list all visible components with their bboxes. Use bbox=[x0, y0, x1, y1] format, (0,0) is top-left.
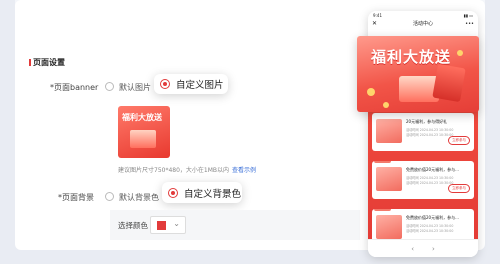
activity-list: 20元福利，参与得好礼 活动时间 2024.04.23 10:30:00 活动时… bbox=[372, 113, 474, 255]
thumbnail-title: 福利大放送 bbox=[122, 113, 162, 122]
status-badge: 已完成 bbox=[374, 209, 391, 211]
card-title: 20元福利，参与得好礼 bbox=[406, 119, 448, 124]
status-bar: 9:41 ▮▮ ▭ bbox=[368, 11, 478, 19]
card-meta: 活动时间 2024.04.23 10:30:00 bbox=[406, 181, 454, 185]
bg-field-label: *页面背景 bbox=[58, 192, 94, 203]
card-meta: 活动时间 2024.04.23 10:30:00 bbox=[406, 133, 454, 137]
coin-icon bbox=[457, 50, 463, 56]
radio-custom-bg-label: 自定义背景色 bbox=[184, 188, 242, 200]
card-title: 免费放价值20元福利，参与... bbox=[406, 167, 459, 172]
radio-default-image[interactable] bbox=[105, 82, 114, 91]
card-image bbox=[376, 167, 402, 191]
coin-icon bbox=[383, 102, 389, 108]
join-button[interactable]: 立即参与 bbox=[448, 184, 470, 193]
radio-default-image-label[interactable]: 默认图片 bbox=[119, 82, 151, 93]
promo-banner: 福利大放送 bbox=[357, 36, 479, 112]
coin-icon bbox=[367, 88, 375, 96]
radio-default-bg[interactable] bbox=[105, 192, 114, 201]
bottom-nav: ‹ › bbox=[368, 239, 478, 257]
status-badge: 已完成 bbox=[374, 161, 391, 163]
radio-custom-image[interactable]: 自定义图片 bbox=[154, 74, 228, 94]
card-meta: 活动时间 2024.04.23 10:30:00 bbox=[406, 229, 454, 233]
list-item[interactable]: 20元福利，参与得好礼 活动时间 2024.04.23 10:30:00 活动时… bbox=[372, 113, 474, 151]
join-button[interactable]: 立即参与 bbox=[448, 136, 470, 145]
card-title: 免费放价值20元福利，参与... bbox=[406, 215, 459, 220]
section-title: 页面设置 bbox=[33, 58, 65, 67]
radio-custom-bg[interactable]: 自定义背景色 bbox=[162, 182, 242, 203]
view-example-link[interactable]: 查看示例 bbox=[232, 167, 256, 174]
card-image bbox=[376, 119, 402, 143]
radio-custom-image-label: 自定义图片 bbox=[176, 80, 224, 91]
thumbnail-gift-box bbox=[130, 130, 156, 148]
bg-label-text: *页面背景 bbox=[58, 193, 94, 202]
forward-icon[interactable]: › bbox=[432, 245, 435, 253]
chevron-down-icon: ⌄ bbox=[173, 219, 180, 228]
banner-field-label: *页面banner bbox=[50, 82, 98, 93]
banner-hint-text: 建议图片尺寸750*480，大小在1MB以内 bbox=[118, 167, 230, 174]
radio-selected-icon bbox=[160, 79, 170, 89]
card-image bbox=[376, 215, 402, 239]
color-swatch bbox=[157, 221, 166, 230]
banner-label-text: *页面banner bbox=[50, 83, 99, 92]
more-icon[interactable]: ••• bbox=[465, 19, 474, 29]
list-item[interactable]: 免费放价值20元福利，参与... 活动时间 2024.04.23 10:30:0… bbox=[372, 161, 474, 199]
color-label: 选择颜色 bbox=[118, 221, 148, 230]
nav-title: 活动中心 bbox=[412, 21, 433, 27]
phone-navbar: ✕ 活动中心 ••• bbox=[368, 19, 478, 29]
radio-selected-icon bbox=[168, 187, 178, 198]
color-select[interactable]: ⌄ bbox=[150, 216, 186, 234]
radio-default-bg-label[interactable]: 默认背景色 bbox=[119, 192, 159, 203]
section-accent-bar bbox=[29, 59, 31, 66]
banner-thumbnail[interactable]: 福利大放送 bbox=[118, 106, 170, 158]
back-icon[interactable]: ‹ bbox=[411, 245, 414, 253]
banner-hint: 建议图片尺寸750*480，大小在1MB以内 查看示例 bbox=[118, 165, 256, 174]
close-icon[interactable]: ✕ bbox=[372, 19, 377, 29]
red-envelope-illustration bbox=[432, 63, 466, 103]
